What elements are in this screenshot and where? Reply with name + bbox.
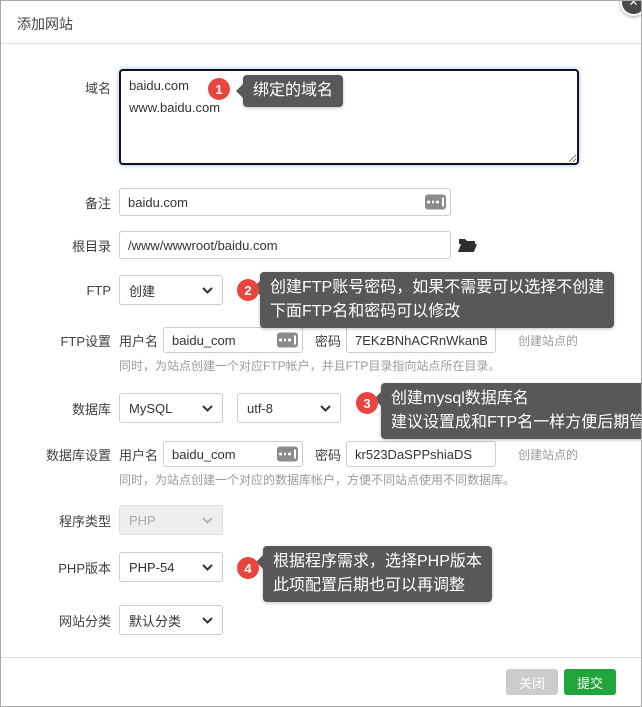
database-row: 数据库 MySQL utf-8: [1, 393, 341, 423]
root-path-input[interactable]: [119, 231, 451, 259]
tooltip-line: 建议设置成和FTP名一样方便后期管理: [391, 411, 642, 435]
domain-textarea[interactable]: baidu.com www.baidu.com: [119, 69, 579, 165]
annotation-tooltip-3: 创建mysql数据库名 建议设置成和FTP名一样方便后期管理: [381, 383, 642, 439]
cancel-button[interactable]: 关闭: [506, 669, 558, 695]
site-category-value: 默认分类: [129, 611, 181, 630]
program-type-value: PHP: [129, 513, 156, 528]
annotation-badge-3: 3: [356, 392, 378, 414]
db-username-label: 用户名: [119, 445, 158, 464]
root-path-row: 根目录: [1, 231, 477, 259]
database-charset-value: utf-8: [247, 401, 273, 416]
annotation-badge-1: 1: [208, 78, 230, 100]
site-category-select[interactable]: 默认分类: [119, 605, 223, 635]
ftp-settings-label: FTP设置: [1, 331, 111, 350]
php-version-value: PHP-54: [129, 560, 175, 575]
annotation-tooltip-4: 根据程序需求，选择PHP版本 此项配置后期也可以再调整: [263, 546, 492, 602]
db-password-input[interactable]: [346, 441, 496, 467]
db-settings-label: 数据库设置: [1, 445, 111, 464]
chevron-down-icon: [202, 517, 213, 524]
tooltip-line: 创建mysql数据库名: [391, 387, 642, 411]
php-version-select[interactable]: PHP-54: [119, 552, 223, 582]
database-engine-value: MySQL: [129, 401, 172, 416]
site-category-label: 网站分类: [1, 611, 111, 630]
ftp-username-label: 用户名: [119, 331, 158, 350]
site-category-row: 网站分类 默认分类: [1, 605, 223, 635]
ftp-select[interactable]: 创建: [119, 275, 223, 305]
tooltip-line: 此项配置后期也可以再调整: [273, 574, 482, 598]
annotation-tooltip-2: 创建FTP账号密码，如果不需要可以选择不创建 下面FTP名和密码可以修改: [260, 272, 614, 328]
annotation-tooltip-1: 绑定的域名: [243, 75, 343, 107]
dialog-header: 添加网站: [1, 1, 641, 44]
dialog-footer: 关闭 提交: [1, 657, 641, 706]
folder-browse-icon[interactable]: [458, 237, 477, 253]
php-version-label: PHP版本: [1, 558, 111, 577]
database-engine-select[interactable]: MySQL: [119, 393, 223, 423]
db-note-wrap: 同时，为站点创建一个对应的数据库帐户，方便不同站点使用不同数据库。: [119, 471, 515, 488]
text-suggestion-icon[interactable]: [277, 447, 298, 462]
tooltip-line: 下面FTP名和密码可以修改: [270, 300, 604, 324]
chevron-down-icon: [202, 564, 213, 571]
annotation-badge-2: 2: [237, 279, 259, 301]
ftp-select-value: 创建: [129, 281, 155, 300]
ftp-password-label: 密码: [315, 331, 341, 350]
db-note-start: 创建站点的: [518, 446, 578, 463]
annotation-badge-4: 4: [237, 557, 259, 579]
tooltip-line: 根据程序需求，选择PHP版本: [273, 550, 482, 574]
ftp-row: FTP 创建: [1, 275, 223, 305]
db-password-label: 密码: [315, 445, 341, 464]
ftp-password-input[interactable]: [346, 327, 496, 353]
chevron-down-icon: [202, 405, 213, 412]
root-path-label: 根目录: [1, 236, 111, 255]
database-charset-select[interactable]: utf-8: [237, 393, 341, 423]
remark-label: 备注: [1, 193, 111, 212]
ftp-note-start: 创建站点的: [518, 332, 578, 349]
database-label: 数据库: [1, 399, 111, 418]
domain-label: 域名: [1, 69, 111, 97]
submit-button[interactable]: 提交: [564, 669, 616, 695]
php-version-row: PHP版本 PHP-54: [1, 552, 223, 582]
ftp-settings-row: FTP设置 用户名 密码 创建站点的: [1, 327, 578, 353]
chevron-down-icon: [202, 617, 213, 624]
dialog-title: 添加网站: [17, 14, 73, 34]
text-suggestion-icon[interactable]: [277, 333, 298, 348]
text-suggestion-icon[interactable]: [425, 195, 446, 210]
db-settings-row: 数据库设置 用户名 密码 创建站点的: [1, 441, 578, 467]
tooltip-line: 创建FTP账号密码，如果不需要可以选择不创建: [270, 276, 604, 300]
chevron-down-icon: [202, 287, 213, 294]
program-type-select: PHP: [119, 505, 223, 535]
tooltip-line: 绑定的域名: [253, 79, 333, 103]
ftp-label: FTP: [1, 283, 111, 298]
program-type-label: 程序类型: [1, 511, 111, 530]
remark-input[interactable]: [119, 188, 451, 216]
program-type-row: 程序类型 PHP: [1, 505, 223, 535]
ftp-note-wrap: 同时，为站点创建一个对应FTP帐户，并且FTP目录指向站点所在目录。: [119, 357, 500, 374]
chevron-down-icon: [320, 405, 331, 412]
remark-row: 备注: [1, 188, 451, 216]
add-website-dialog: 添加网站 ✕ 域名 baidu.com www.baidu.com 备注 根目录…: [0, 0, 642, 707]
